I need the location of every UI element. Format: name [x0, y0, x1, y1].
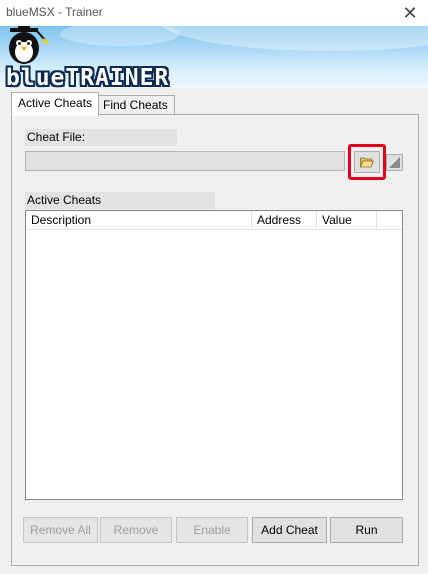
clear-button[interactable] [386, 154, 403, 171]
column-address[interactable]: Address [252, 211, 317, 229]
list-header: Description Address Value [26, 211, 402, 230]
column-value[interactable]: Value [317, 211, 377, 229]
active-cheats-label: Active Cheats [25, 192, 215, 209]
run-button[interactable]: Run [330, 517, 403, 543]
highlight-box [348, 144, 386, 180]
remove-button[interactable]: Remove [100, 517, 172, 543]
cheat-file-field[interactable] [25, 151, 345, 171]
tab-find-cheats[interactable]: Find Cheats [96, 95, 175, 115]
folder-open-icon [360, 157, 374, 168]
clear-icon [389, 157, 400, 168]
browse-button[interactable] [354, 151, 380, 173]
close-button[interactable]: ✕ [398, 2, 422, 24]
enable-button[interactable]: Enable [176, 517, 248, 543]
window-title: blueMSX - Trainer [6, 5, 103, 19]
banner: blueTRAINER [0, 26, 428, 88]
add-cheat-button[interactable]: Add Cheat [252, 517, 327, 543]
penguin-mascot-icon [9, 26, 50, 64]
tab-panel: Cheat File: Active Cheats Description Ad… [11, 114, 419, 566]
banner-logo-text: blueTRAINER [6, 65, 170, 88]
cheat-file-label: Cheat File: [25, 129, 177, 146]
column-description[interactable]: Description [26, 211, 252, 229]
remove-all-button[interactable]: Remove All [23, 517, 98, 543]
title-bar: blueMSX - Trainer ✕ [0, 0, 428, 26]
tab-active-cheats[interactable]: Active Cheats [11, 92, 100, 116]
active-cheats-list[interactable]: Description Address Value [25, 210, 403, 500]
